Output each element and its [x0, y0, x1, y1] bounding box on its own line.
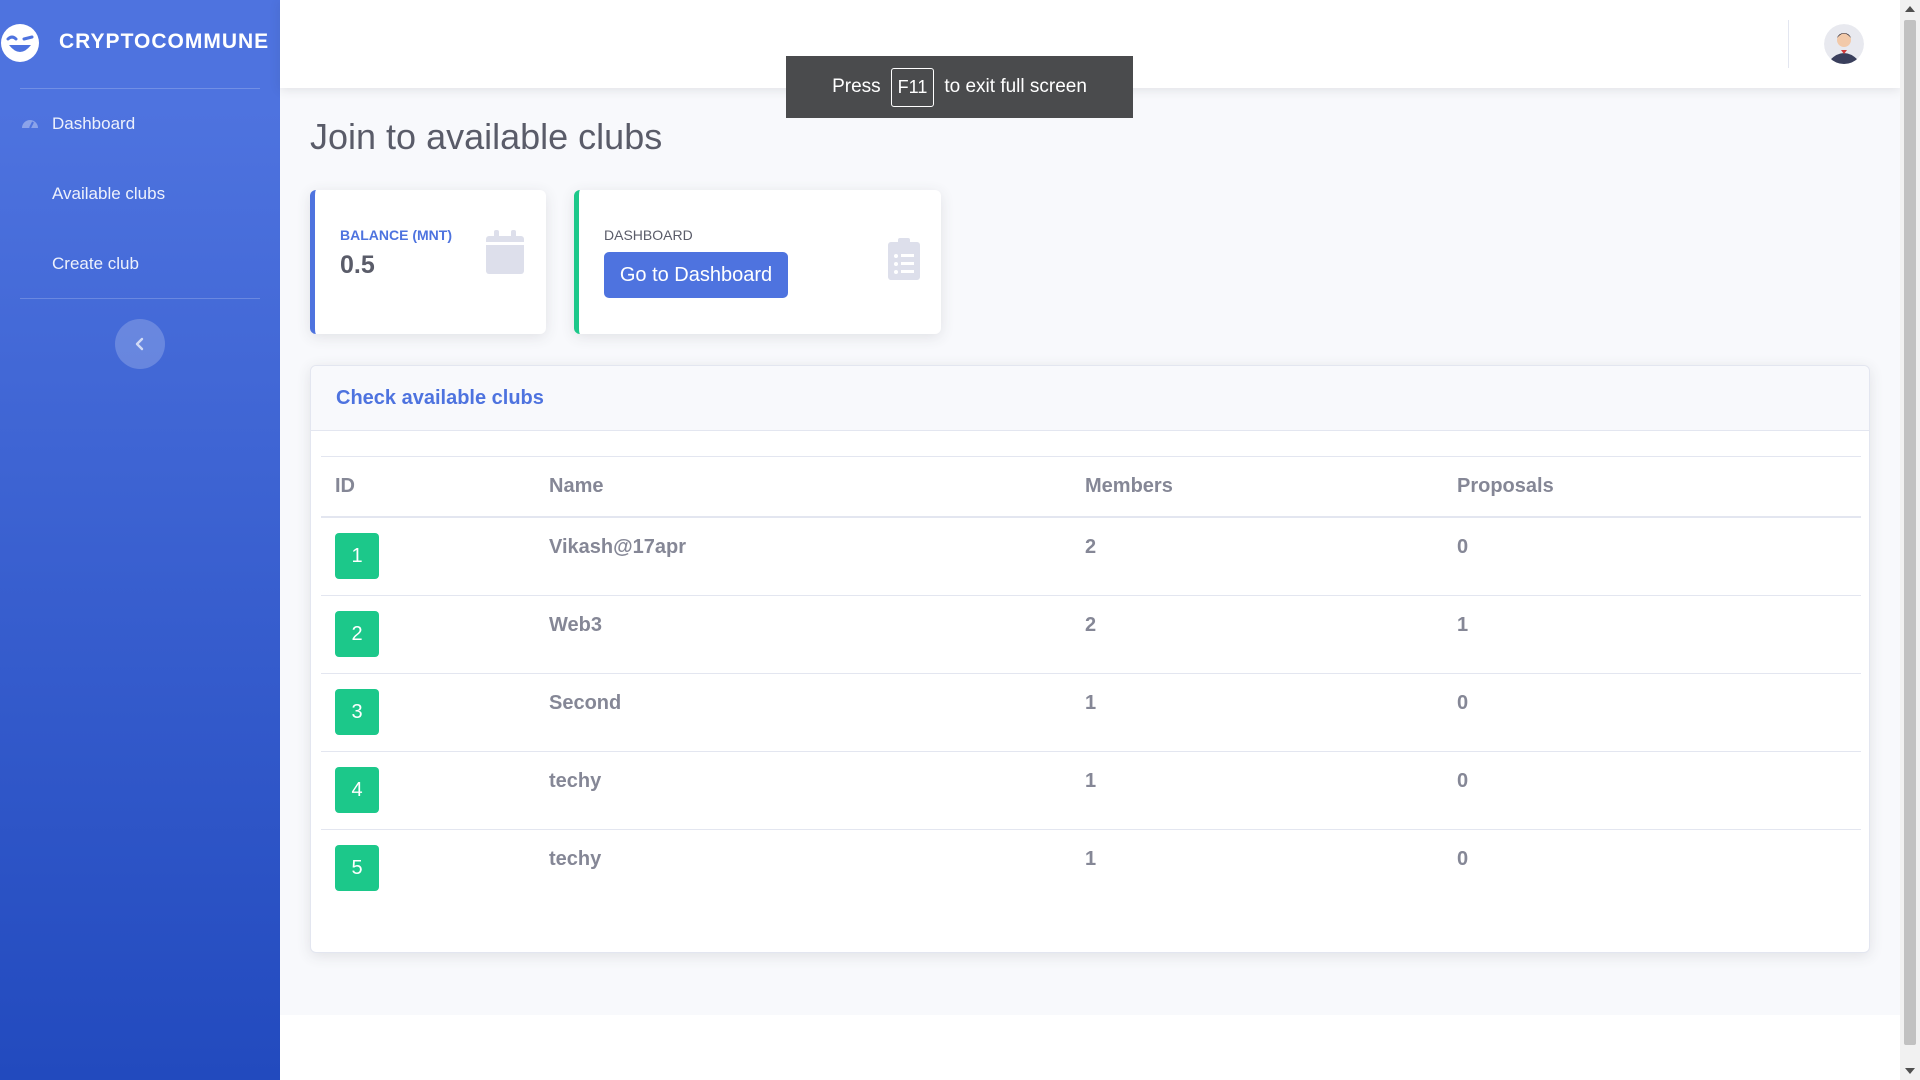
clubs-card-header: Check available clubs — [311, 366, 1869, 431]
balance-label: BALANCE (MNT) — [340, 227, 452, 243]
club-proposals: 0 — [1457, 848, 1469, 870]
club-id-button[interactable]: 3 — [335, 689, 379, 735]
sidebar-item-label: Create club — [52, 254, 139, 273]
sidebar-item-label: Dashboard — [52, 114, 136, 133]
column-header-name[interactable]: Name — [549, 475, 603, 498]
column-header-members[interactable]: Members — [1085, 475, 1173, 498]
club-proposals: 0 — [1457, 692, 1469, 714]
nav-spacer — [20, 184, 40, 204]
clubs-table: ID Name Members Proposals 1 Vikash@17apr… — [321, 456, 1861, 908]
balance-card: BALANCE (MNT) 0.5 — [310, 190, 546, 334]
content-wrapper: Join to available clubs BALANCE (MNT) 0.… — [280, 0, 1900, 1015]
brand-link[interactable]: CRYPTOCOMMUNE — [0, 0, 280, 86]
club-name: Vikash@17apr — [549, 536, 686, 558]
club-members: 1 — [1085, 770, 1097, 792]
club-members: 1 — [1085, 848, 1097, 870]
topbar-divider — [1788, 20, 1789, 68]
club-proposals: 1 — [1457, 614, 1469, 636]
nav-spacer — [20, 254, 40, 274]
club-name: Web3 — [549, 614, 602, 636]
page-title: Join to available clubs — [310, 116, 663, 157]
sidebar-divider — [20, 88, 260, 89]
sidebar-toggle-button[interactable] — [115, 319, 165, 369]
column-header-id[interactable]: ID — [335, 475, 355, 498]
club-name: techy — [549, 770, 602, 792]
table-row: 1 Vikash@17apr 2 0 — [321, 518, 1861, 596]
table-row: 3 Second 1 0 — [321, 674, 1861, 752]
calendar-icon — [486, 230, 524, 274]
sidebar: CRYPTOCOMMUNE Dashboard Available clubs … — [0, 0, 280, 1080]
balance-value: 0.5 — [340, 251, 375, 279]
scroll-up-arrow[interactable] — [1905, 6, 1915, 12]
dashboard-label: DASHBOARD — [604, 227, 693, 243]
column-header-proposals[interactable]: Proposals — [1457, 475, 1554, 498]
club-id-button[interactable]: 2 — [335, 611, 379, 657]
clipboard-list-icon — [888, 238, 920, 280]
table-row: 5 techy 1 0 — [321, 830, 1861, 908]
club-members: 2 — [1085, 614, 1097, 636]
dashboard-card: DASHBOARD Go to Dashboard — [574, 190, 941, 334]
sidebar-item-available-clubs[interactable]: Available clubs — [20, 184, 165, 204]
club-id-button[interactable]: 4 — [335, 767, 379, 813]
sidebar-item-dashboard[interactable]: Dashboard — [20, 114, 135, 134]
page-scrollbar[interactable] — [1900, 0, 1920, 1080]
sidebar-item-create-club[interactable]: Create club — [20, 254, 139, 274]
table-row: 2 Web3 2 1 — [321, 596, 1861, 674]
avatar-image — [1824, 24, 1864, 64]
club-proposals: 0 — [1457, 536, 1469, 558]
go-to-dashboard-button[interactable]: Go to Dashboard — [604, 252, 788, 298]
laughing-wink-icon — [1, 24, 39, 62]
clubs-card: Check available clubs ID Name Members Pr… — [310, 365, 1870, 953]
club-id-button[interactable]: 5 — [335, 845, 379, 891]
sidebar-divider — [20, 298, 260, 299]
clubs-card-title: Check available clubs — [336, 387, 544, 409]
toast-key: F11 — [890, 67, 935, 107]
user-avatar-icon[interactable] — [1824, 24, 1864, 64]
table-row: 4 techy 1 0 — [321, 752, 1861, 830]
fullscreen-exit-toast: Press F11 to exit full screen — [786, 56, 1133, 118]
club-name: Second — [549, 692, 622, 714]
club-members: 1 — [1085, 692, 1097, 714]
scroll-thumb[interactable] — [1904, 20, 1916, 1045]
toast-suffix: to exit full screen — [944, 76, 1087, 97]
chevron-left-icon — [135, 337, 144, 351]
club-name: techy — [549, 848, 602, 870]
toast-prefix: Press — [832, 76, 881, 97]
sidebar-item-label: Available clubs — [52, 184, 166, 203]
tachometer-icon — [22, 120, 38, 129]
club-proposals: 0 — [1457, 770, 1469, 792]
scroll-down-arrow[interactable] — [1905, 1068, 1915, 1074]
table-header: ID Name Members Proposals — [321, 456, 1861, 518]
club-members: 2 — [1085, 536, 1097, 558]
club-id-button[interactable]: 1 — [335, 533, 379, 579]
brand-name: CRYPTOCOMMUNE — [59, 30, 270, 53]
